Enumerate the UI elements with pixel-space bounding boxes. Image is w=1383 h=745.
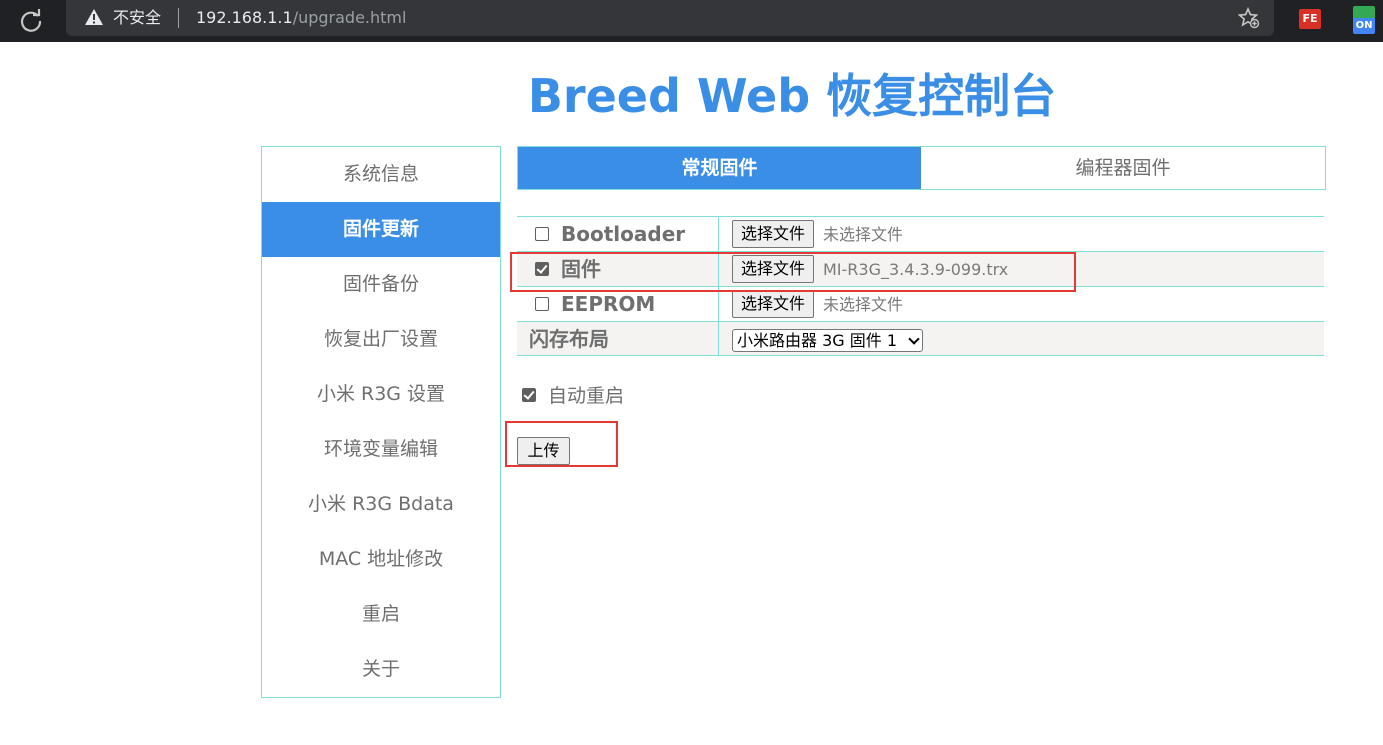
on-extension-top: [1353, 6, 1375, 18]
sidebar-item-reboot[interactable]: 重启: [262, 587, 500, 642]
sidebar-item-factory-reset[interactable]: 恢复出厂设置: [262, 312, 500, 367]
chevron-down-icon: [908, 333, 920, 345]
on-extension-icon[interactable]: ON: [1353, 6, 1375, 34]
url-path: /upgrade.html: [292, 8, 407, 27]
flash-layout-label: 闪存布局: [529, 327, 609, 351]
sidebar-item-firmware-backup[interactable]: 固件备份: [262, 257, 500, 312]
auto-reboot-label[interactable]: 自动重启: [548, 384, 624, 408]
auto-reboot-checkbox[interactable]: [522, 388, 536, 402]
insecure-label[interactable]: 不安全: [113, 7, 161, 29]
browser-toolbar: 不安全 192.168.1.1/upgrade.html FE ON: [0, 0, 1383, 42]
reload-icon[interactable]: [18, 8, 44, 34]
warning-icon[interactable]: [84, 8, 104, 26]
sidebar-item-mac-edit[interactable]: MAC 地址修改: [262, 532, 500, 587]
row-bootloader: Bootloader 选择文件 未选择文件: [517, 216, 1324, 251]
url-text[interactable]: 192.168.1.1/upgrade.html: [196, 7, 406, 29]
sidebar-item-env-editor[interactable]: 环境变量编辑: [262, 422, 500, 477]
tab-programmer-firmware[interactable]: 编程器固件: [921, 147, 1325, 189]
omnibox-separator: [178, 8, 179, 28]
bookmark-star-icon[interactable]: [1238, 7, 1260, 29]
tab-regular-firmware[interactable]: 常规固件: [518, 147, 921, 189]
sidebar-item-firmware-update[interactable]: 固件更新: [262, 202, 500, 257]
sidebar-item-r3g-bdata[interactable]: 小米 R3G Bdata: [262, 477, 500, 532]
highlight-box-upload-button: [505, 421, 618, 467]
fe-extension-icon[interactable]: FE: [1299, 9, 1321, 29]
address-bar[interactable]: 不安全 192.168.1.1/upgrade.html: [66, 0, 1274, 36]
row-label-cell: 闪存布局: [517, 322, 719, 356]
bootloader-choose-file-button[interactable]: 选择文件: [732, 220, 815, 248]
sidebar: 系统信息 固件更新 固件备份 恢复出厂设置 小米 R3G 设置 环境变量编辑 小…: [261, 146, 501, 698]
bootloader-file-name: 未选择文件: [823, 225, 904, 244]
sidebar-item-about[interactable]: 关于: [262, 642, 500, 697]
row-flash-layout: 闪存布局 小米路由器 3G 固件 1: [517, 321, 1324, 356]
page-title: Breed Web 恢复控制台: [527, 69, 1057, 123]
bootloader-checkbox[interactable]: [535, 227, 549, 241]
sidebar-item-r3g-settings[interactable]: 小米 R3G 设置: [262, 367, 500, 422]
firmware-tabs: 常规固件 编程器固件: [517, 146, 1326, 190]
flash-layout-select[interactable]: 小米路由器 3G 固件 1: [732, 329, 923, 352]
row-label-cell: EEPROM: [517, 287, 719, 321]
eeprom-choose-file-button[interactable]: 选择文件: [732, 290, 815, 318]
sidebar-item-system-info[interactable]: 系统信息: [262, 147, 500, 202]
row-label-cell: Bootloader: [517, 217, 719, 251]
eeprom-checkbox[interactable]: [535, 297, 549, 311]
eeprom-label: EEPROM: [561, 292, 656, 316]
bootloader-label: Bootloader: [561, 222, 686, 246]
eeprom-file-name: 未选择文件: [823, 295, 904, 314]
on-extension-label: ON: [1353, 18, 1375, 34]
url-host: 192.168.1.1: [196, 8, 293, 27]
flash-layout-selected: 小米路由器 3G 固件 1: [737, 331, 898, 350]
highlight-box-firmware-row: [510, 252, 1076, 292]
